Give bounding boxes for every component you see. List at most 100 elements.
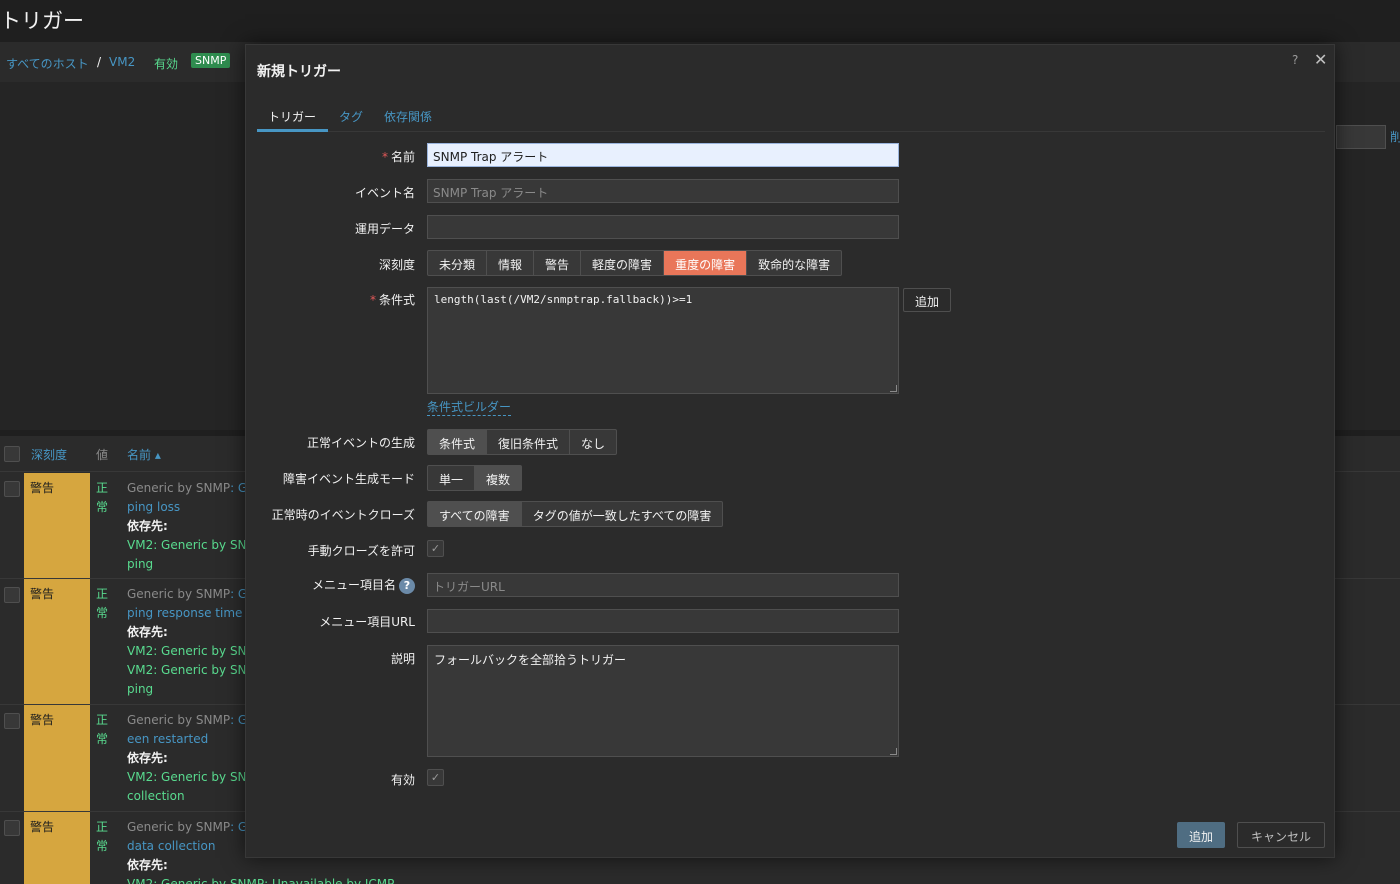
header-value: 値 <box>96 448 109 462</box>
problem-mode-single[interactable]: 単一 <box>428 466 476 490</box>
expression-textarea[interactable]: length(last(/VM2/snmptrap.fallback))>=1 <box>427 287 899 394</box>
header-name[interactable]: 名前 ▴ <box>127 446 161 463</box>
severity-not-classified[interactable]: 未分類 <box>428 251 488 275</box>
dependency-link[interactable]: VM2: Generic by SNMP: Unavailable by ICM… <box>127 875 394 884</box>
manual-close-checkbox[interactable]: ✓ <box>427 540 444 557</box>
status-cell: 正常 <box>96 587 109 620</box>
status-cell: 正常 <box>96 820 109 853</box>
severity-warning[interactable]: 警告 <box>534 251 582 275</box>
severity-selector: 未分類 情報 警告 軽度の障害 重度の障害 致命的な障害 <box>427 250 843 276</box>
opdata-label: 運用データ <box>354 222 415 236</box>
status-cell: 正常 <box>96 713 109 746</box>
enabled-label: 有効 <box>390 773 415 787</box>
help-icon[interactable]: ? <box>1292 53 1298 67</box>
breadcrumb-status[interactable]: 有効 <box>154 55 178 72</box>
active-tab-indicator <box>257 129 328 132</box>
dependency-link[interactable]: VM2: Generic by SNM <box>127 768 257 787</box>
close-icon[interactable]: ✕ <box>1314 50 1327 69</box>
filter-input[interactable] <box>1336 125 1386 149</box>
help-icon[interactable]: ? <box>399 578 415 594</box>
dependency-link[interactable]: VM2: Generic by SNM <box>127 642 257 661</box>
dependency-link[interactable]: ping <box>127 680 257 699</box>
breadcrumb-all-hosts[interactable]: すべてのホスト <box>6 55 89 72</box>
event-name-input[interactable]: SNMP Trap アラート <box>427 179 899 203</box>
depends-label: 依存先: <box>127 519 168 533</box>
severity-high[interactable]: 重度の障害 <box>664 251 748 275</box>
trigger-link[interactable]: een restarted <box>127 730 257 749</box>
ok-event-expression[interactable]: 条件式 <box>428 430 488 454</box>
select-all-checkbox[interactable] <box>4 446 20 462</box>
severity-cell: 警告 <box>24 705 90 811</box>
name-cell: Generic by SNMP: G ping response time 依存… <box>127 585 257 699</box>
ok-close-tag-match[interactable]: タグの値が一致したすべての障害 <box>522 502 723 526</box>
ok-close-selector: すべての障害 タグの値が一致したすべての障害 <box>427 501 724 527</box>
dialog-title: 新規トリガー <box>257 64 341 80</box>
severity-cell: 警告 <box>24 473 90 578</box>
expression-builder-link[interactable]: 条件式ビルダー <box>427 398 512 416</box>
menu-url-input[interactable] <box>427 609 899 633</box>
resize-handle[interactable] <box>890 385 897 392</box>
snmp-badge[interactable]: SNMP <box>191 53 231 68</box>
breadcrumb-separator: / <box>97 55 102 69</box>
menu-name-label: メニュー項目名? <box>312 576 415 594</box>
description-text: フォールバックを全部拾うトリガー <box>434 653 627 667</box>
dependency-link[interactable]: collection <box>127 787 257 806</box>
breadcrumb-host[interactable]: VM2 <box>109 55 135 69</box>
name-cell: Generic by SNMP: G een restarted 依存先: VM… <box>127 711 257 806</box>
dependency-link[interactable]: VM2: Generic by SNM <box>127 661 257 680</box>
row-checkbox[interactable] <box>4 481 20 497</box>
problem-mode-multiple[interactable]: 複数 <box>475 466 522 490</box>
dependency-link[interactable]: ping <box>127 555 257 574</box>
expression-label: * 条件式 <box>369 293 415 307</box>
depends-label: 依存先: <box>127 625 168 639</box>
enabled-checkbox[interactable]: ✓ <box>427 769 444 786</box>
ok-close-label: 正常時のイベントクローズ <box>271 508 415 522</box>
row-checkbox[interactable] <box>4 820 20 836</box>
check-icon: ✓ <box>430 771 441 784</box>
ok-close-all[interactable]: すべての障害 <box>428 502 522 526</box>
name-label: * 名前 <box>381 150 415 164</box>
template-link[interactable]: Generic by SNMP <box>127 481 230 495</box>
severity-disaster[interactable]: 致命的な障害 <box>747 251 841 275</box>
dependency-link[interactable]: VM2: Generic by SNM <box>127 536 257 555</box>
event-name-label: イベント名 <box>354 186 415 200</box>
ok-event-none[interactable]: なし <box>570 430 616 454</box>
depends-label: 依存先: <box>127 858 168 872</box>
add-expression-button[interactable]: 追加 <box>903 288 951 312</box>
description-label: 説明 <box>390 652 415 666</box>
ok-event-selector: 条件式 復旧条件式 なし <box>427 429 618 455</box>
tab-dependencies[interactable]: 依存関係 <box>384 108 432 125</box>
menu-name-input[interactable]: トリガーURL <box>427 573 899 597</box>
severity-average[interactable]: 軽度の障害 <box>581 251 665 275</box>
ok-event-recovery[interactable]: 復旧条件式 <box>487 430 571 454</box>
tab-tags[interactable]: タグ <box>339 108 363 125</box>
status-cell: 正常 <box>96 481 109 514</box>
opdata-input[interactable] <box>427 215 899 239</box>
dialog-tabs: トリガー タグ 依存関係 <box>257 103 1325 132</box>
check-icon: ✓ <box>430 542 441 555</box>
filter-link[interactable]: 削 <box>1390 128 1400 145</box>
severity-cell: 警告 <box>24 579 90 704</box>
problem-mode-label: 障害イベント生成モード <box>282 472 415 486</box>
tab-trigger[interactable]: トリガー <box>268 108 316 125</box>
name-cell: Generic by SNMP: G ping loss 依存先: VM2: G… <box>127 479 257 574</box>
header-severity[interactable]: 深刻度 <box>31 446 67 463</box>
template-link[interactable]: Generic by SNMP <box>127 820 230 834</box>
template-link[interactable]: Generic by SNMP <box>127 713 230 727</box>
severity-label: 深刻度 <box>378 258 415 272</box>
resize-handle[interactable] <box>890 748 897 755</box>
add-button[interactable]: 追加 <box>1177 822 1225 848</box>
severity-information[interactable]: 情報 <box>487 251 535 275</box>
name-input[interactable]: SNMP Trap アラート <box>427 143 899 167</box>
row-checkbox[interactable] <box>4 713 20 729</box>
template-link[interactable]: Generic by SNMP <box>127 587 230 601</box>
trigger-link[interactable]: ping loss <box>127 498 257 517</box>
menu-url-label: メニュー項目URL <box>319 615 415 629</box>
depends-label: 依存先: <box>127 751 168 765</box>
description-textarea[interactable]: フォールバックを全部拾うトリガー <box>427 645 899 757</box>
row-checkbox[interactable] <box>4 587 20 603</box>
ok-event-label: 正常イベントの生成 <box>306 436 415 450</box>
problem-mode-selector: 単一 複数 <box>427 465 523 491</box>
cancel-button[interactable]: キャンセル <box>1237 822 1325 848</box>
trigger-link[interactable]: ping response time <box>127 604 257 623</box>
